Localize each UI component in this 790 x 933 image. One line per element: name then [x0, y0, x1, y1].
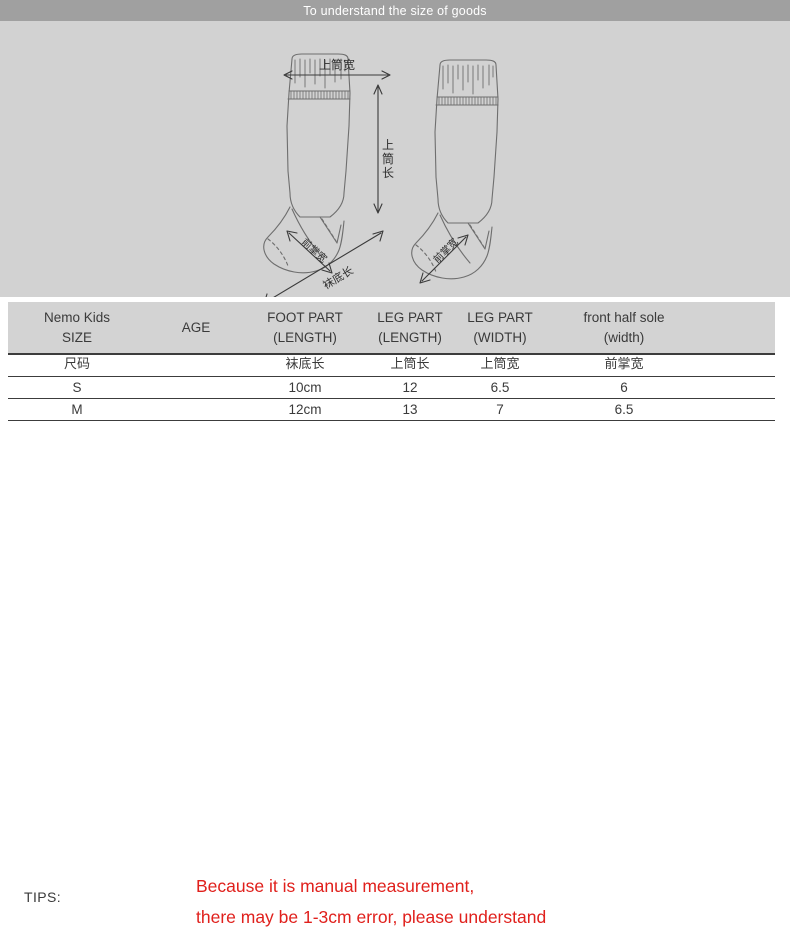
cell-leg-length: 12: [364, 376, 456, 399]
label-leg-length: 上筒长: [382, 138, 394, 180]
header-cell-foot-part: FOOT PART (LENGTH): [246, 302, 364, 355]
header-cell-size: Nemo Kids SIZE: [8, 302, 146, 355]
cell-leg-width: 6.5: [456, 376, 544, 399]
cell-front-sole-width: 6.5: [544, 398, 704, 421]
arrow-leg-length: [373, 84, 383, 214]
header-cell-age: AGE: [146, 302, 246, 355]
cell-age: [146, 376, 246, 399]
table-row: S 10cm 12 6.5 6: [8, 376, 775, 399]
size-diagram-panel: 上筒宽 上筒长 前掌宽 袜底长 前掌宽: [0, 21, 790, 297]
tips-message: Because it is manual measurement, there …: [196, 871, 546, 933]
cell-front-sole-width: 前掌宽: [544, 354, 704, 377]
page-title-bar: To understand the size of goods: [0, 0, 790, 21]
cell-size: M: [8, 398, 146, 421]
cell-age: [146, 354, 246, 377]
cell-spacer: [704, 398, 775, 421]
header-cell-leg-length: LEG PART (LENGTH): [364, 302, 456, 355]
cell-spacer: [704, 376, 775, 399]
cell-front-sole-width: 6: [544, 376, 704, 399]
cell-size: 尺码: [8, 354, 146, 377]
cell-leg-width: 7: [456, 398, 544, 421]
tips-label: TIPS:: [24, 889, 62, 905]
cell-size: S: [8, 376, 146, 399]
table-header-row: Nemo Kids SIZE AGE FOOT PART (LENGTH) LE…: [8, 302, 775, 355]
page-title: To understand the size of goods: [303, 3, 487, 18]
cell-leg-length: 上筒长: [364, 354, 456, 377]
cell-leg-length: 13: [364, 398, 456, 421]
header-cell-leg-width: LEG PART (WIDTH): [456, 302, 544, 355]
table-row: 尺码 袜底长 上筒长 上筒宽 前掌宽: [8, 354, 775, 377]
label-front-sole-width-right: 前掌宽: [430, 235, 460, 265]
tips-line-2: there may be 1-3cm error, please underst…: [196, 907, 547, 927]
cell-foot-length: 袜底长: [246, 354, 364, 377]
label-top-width: 上筒宽: [319, 57, 355, 72]
tips-line-1: Because it is manual measurement,: [196, 876, 475, 896]
cell-spacer: [704, 354, 775, 377]
cell-foot-length: 12cm: [246, 398, 364, 421]
tips-block: TIPS: Because it is manual measurement, …: [0, 430, 790, 927]
cell-leg-width: 上筒宽: [456, 354, 544, 377]
header-cell-spacer: [704, 302, 775, 355]
header-cell-front-half-sole: front half sole (width): [544, 302, 704, 355]
table-row: M 12cm 13 7 6.5: [8, 398, 775, 421]
cell-age: [146, 398, 246, 421]
size-spec-table: Nemo Kids SIZE AGE FOOT PART (LENGTH) LE…: [8, 302, 775, 421]
label-front-sole-width-left: 前掌宽: [299, 236, 330, 266]
sock-measurement-diagram: 上筒宽 上筒长 前掌宽 袜底长 前掌宽: [263, 53, 499, 297]
cell-foot-length: 10cm: [246, 376, 364, 399]
